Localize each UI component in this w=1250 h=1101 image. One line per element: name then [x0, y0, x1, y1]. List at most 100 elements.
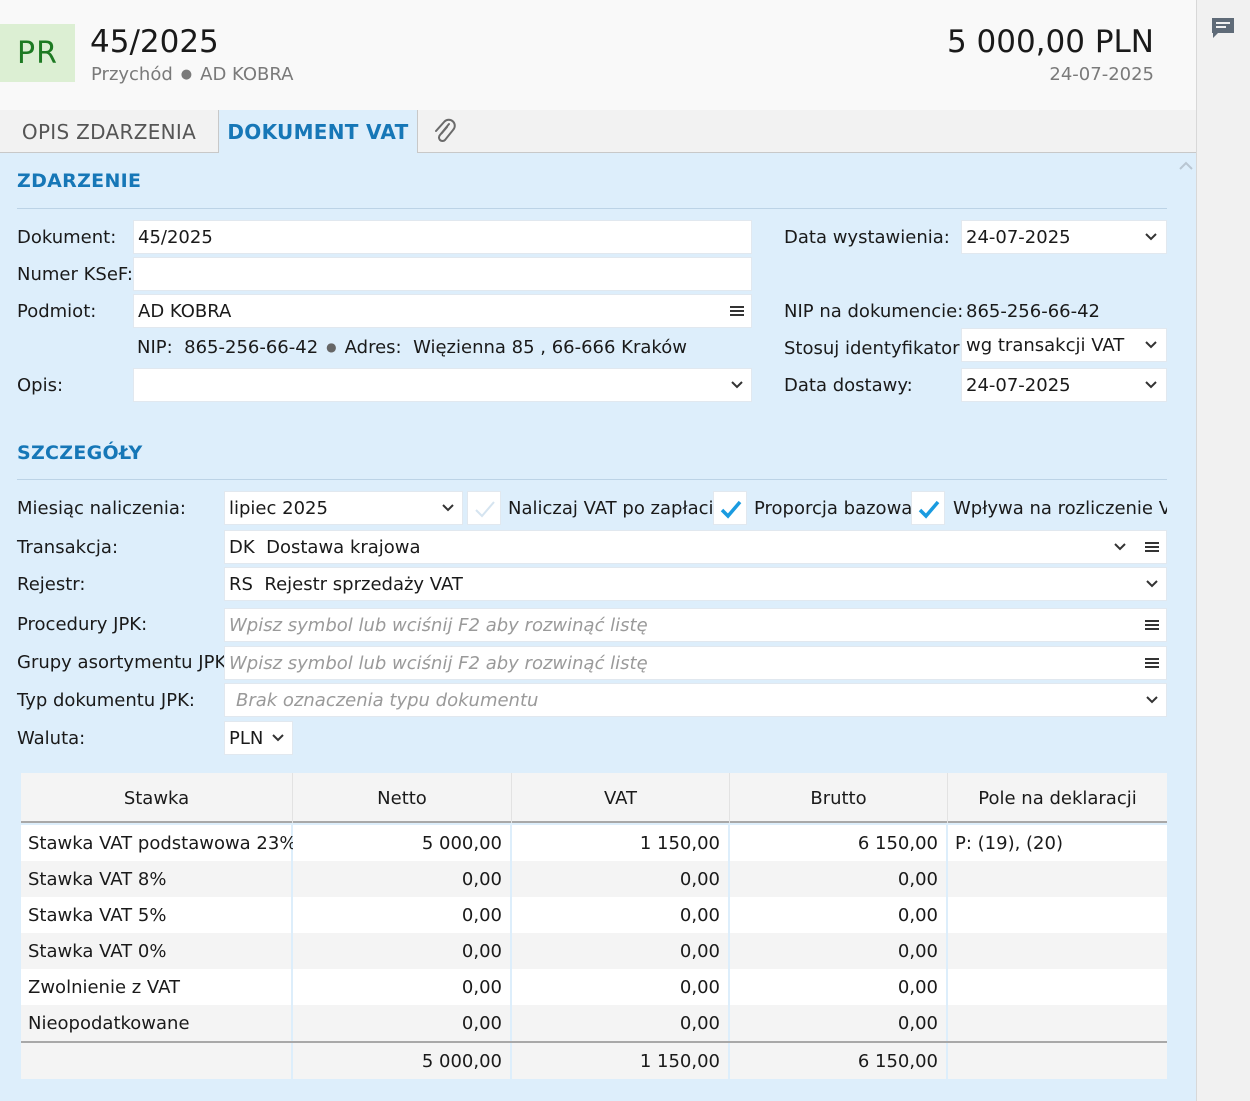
document-type-badge: PR	[0, 24, 75, 82]
section-divider	[17, 208, 1167, 209]
section-title-zdarzenie: ZDARZENIE	[17, 170, 142, 192]
column-header-vat[interactable]: VAT	[512, 773, 730, 823]
chevron-down-icon[interactable]	[1144, 232, 1158, 242]
jpk-type-placeholder: Brak oznaczenia typu dokumentu	[236, 689, 539, 711]
cell-net[interactable]: 0,00	[293, 861, 512, 897]
description-label: Opis:	[17, 375, 64, 396]
cell-vat[interactable]: 0,00	[512, 933, 730, 969]
chevron-down-icon[interactable]	[730, 380, 744, 390]
comment-icon[interactable]	[1210, 16, 1236, 40]
jpk-procedures-input[interactable]: Wpisz symbol lub wciśnij F2 aby rozwinąć…	[224, 608, 1167, 642]
issue-date-picker[interactable]: 24-07-2025	[961, 220, 1167, 254]
cell-gross[interactable]: 0,00	[730, 933, 948, 969]
cell-gross[interactable]: 0,00	[730, 861, 948, 897]
month-label: Miesiąc naliczenia:	[17, 498, 186, 519]
tab-attachments[interactable]	[418, 110, 472, 153]
cell-rate: Stawka VAT podstawowa 23%	[21, 825, 296, 861]
cell-gross[interactable]: 0,00	[730, 897, 948, 933]
cell-vat[interactable]: 0,00	[512, 969, 730, 1005]
vat-after-payment-label: Naliczaj VAT po zapłacie	[508, 498, 725, 519]
cell-vat[interactable]: 1 150,00	[512, 825, 730, 861]
chevron-down-icon[interactable]	[1144, 380, 1158, 390]
description-select[interactable]	[133, 368, 752, 402]
chevron-down-icon[interactable]	[1145, 695, 1159, 705]
table-row[interactable]: Stawka VAT 5% 0,00 0,00 0,00	[21, 897, 1167, 933]
table-row[interactable]: Stawka VAT 8% 0,00 0,00 0,00	[21, 861, 1167, 897]
affects-vat-checkbox[interactable]	[911, 491, 945, 525]
transaction-select[interactable]: DK Dostawa krajowa	[224, 530, 1167, 564]
party-input[interactable]: AD KOBRA	[133, 294, 752, 328]
register-code: RS	[229, 573, 253, 595]
register-name: Rejestr sprzedaży VAT	[264, 573, 463, 595]
cell-net[interactable]: 5 000,00	[293, 825, 512, 861]
column-header-rate[interactable]: Stawka	[21, 773, 293, 823]
transaction-label: Transakcja:	[17, 537, 119, 558]
register-select[interactable]: RS Rejestr sprzedaży VAT	[224, 567, 1167, 601]
ksef-number-input[interactable]	[133, 257, 752, 291]
cell-gross[interactable]: 6 150,00	[730, 825, 948, 861]
cell-net[interactable]: 0,00	[293, 969, 512, 1005]
tab-opis-zdarzenia[interactable]: OPIS ZDARZENIA	[0, 110, 219, 153]
party-details: NIP: 865-256-66-42 ● Adres: Więzienna 85 ,…	[137, 337, 687, 358]
tab-bar: OPIS ZDARZENIA DOKUMENT VAT	[0, 110, 1196, 154]
nip-label: NIP:	[137, 337, 173, 358]
cell-vat[interactable]: 0,00	[512, 861, 730, 897]
list-menu-icon[interactable]	[1145, 540, 1159, 554]
table-row[interactable]: Zwolnienie z VAT 0,00 0,00 0,00	[21, 969, 1167, 1005]
cell-declaration-field: P: (19), (20)	[948, 825, 1167, 861]
cell-gross[interactable]: 0,00	[730, 969, 948, 1005]
check-icon	[720, 500, 742, 519]
currency-select[interactable]: PLN	[224, 721, 293, 755]
party-value: AD KOBRA	[138, 300, 232, 322]
table-row[interactable]: Stawka VAT podstawowa 23% 5 000,00 1 150…	[21, 825, 1167, 861]
total-gross: 6 150,00	[730, 1043, 948, 1079]
table-row[interactable]: Nieopodatkowane 0,00 0,00 0,00	[21, 1005, 1167, 1041]
chevron-down-icon[interactable]	[441, 503, 455, 513]
cell-net[interactable]: 0,00	[293, 933, 512, 969]
doc-nip-label: NIP na dokumencie:	[784, 301, 964, 322]
document-amount: 5 000,00 PLN	[946, 24, 1154, 60]
delivery-date-picker[interactable]: 24-07-2025	[961, 368, 1167, 402]
jpk-type-select[interactable]: Brak oznaczenia typu dokumentu	[224, 683, 1167, 717]
scroll-up-icon[interactable]	[1178, 159, 1194, 171]
cell-vat[interactable]: 0,00	[512, 1005, 730, 1041]
document-label: Dokument:	[17, 227, 117, 248]
document-number-input[interactable]: 45/2025	[133, 220, 752, 254]
jpk-procedures-label: Procedury JPK:	[17, 614, 148, 635]
chevron-down-icon[interactable]	[271, 733, 285, 743]
vat-after-payment-checkbox[interactable]	[467, 491, 501, 525]
tab-dokument-vat[interactable]: DOKUMENT VAT	[219, 110, 418, 154]
cell-rate: Stawka VAT 0%	[21, 933, 293, 969]
cell-gross[interactable]: 0,00	[730, 1005, 948, 1041]
jpk-groups-input[interactable]: Wpisz symbol lub wciśnij F2 aby rozwinąć…	[224, 646, 1167, 680]
column-header-declaration-field[interactable]: Pole na deklaracji	[948, 773, 1167, 823]
table-row[interactable]: Stawka VAT 0% 0,00 0,00 0,00	[21, 933, 1167, 969]
cell-totals-label	[21, 1043, 293, 1079]
column-header-net[interactable]: Netto	[293, 773, 512, 823]
list-menu-icon[interactable]	[1145, 656, 1159, 670]
cell-declaration-field	[948, 861, 1167, 897]
list-menu-icon[interactable]	[730, 304, 744, 318]
doc-nip-value: 865-256-66-42	[966, 301, 1101, 322]
separator-dot: ●	[326, 340, 337, 354]
cell-declaration-field	[948, 969, 1167, 1005]
section-divider	[17, 479, 1167, 480]
paperclip-icon	[435, 118, 456, 142]
cell-net[interactable]: 0,00	[293, 1005, 512, 1041]
list-menu-icon[interactable]	[1145, 618, 1159, 632]
jpk-type-label: Typ dokumentu JPK:	[17, 690, 195, 711]
jpk-groups-label: Grupy asortymentu JPK:	[17, 652, 233, 673]
chevron-down-icon[interactable]	[1113, 542, 1127, 552]
total-net: 5 000,00	[293, 1043, 512, 1079]
chevron-down-icon[interactable]	[1144, 340, 1158, 350]
identifier-select[interactable]: wg transakcji VAT	[961, 328, 1167, 362]
month-select[interactable]: lipiec 2025	[224, 491, 463, 525]
chevron-down-icon[interactable]	[1145, 579, 1159, 589]
cell-vat[interactable]: 0,00	[512, 897, 730, 933]
cell-net[interactable]: 0,00	[293, 897, 512, 933]
base-proportion-checkbox[interactable]	[713, 491, 747, 525]
column-header-gross[interactable]: Brutto	[730, 773, 948, 823]
address-value: Więzienna 85 , 66-666 Kraków	[413, 337, 687, 358]
check-icon	[475, 501, 495, 518]
table-totals-row: 5 000,00 1 150,00 6 150,00	[21, 1041, 1167, 1079]
